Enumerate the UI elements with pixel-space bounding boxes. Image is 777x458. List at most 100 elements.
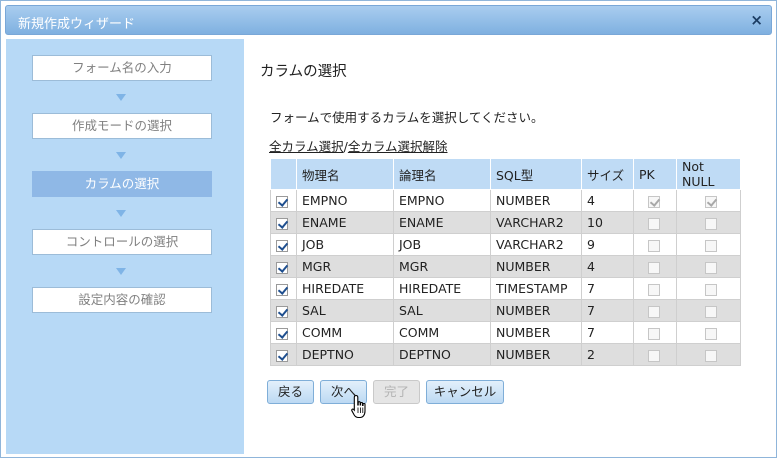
title-bar: 新規作成ウィザード × [5, 5, 772, 35]
sql-type-cell: NUMBER [490, 299, 582, 322]
select-links: 全カラム選択/全カラム選択解除 [269, 136, 448, 155]
logical-name-cell: MGR [393, 255, 491, 278]
not-null-checkbox [705, 283, 717, 296]
not-null-checkbox [705, 239, 717, 252]
not-null-checkbox [705, 261, 717, 274]
size-cell: 4 [581, 255, 634, 278]
row-select-checkbox[interactable] [276, 239, 288, 252]
physical-name-cell: JOB [296, 233, 394, 256]
not-null-cell [676, 321, 741, 344]
physical-name-cell: DEPTNO [296, 343, 394, 366]
select-cell[interactable] [270, 343, 297, 366]
physical-name-cell: MGR [296, 255, 394, 278]
row-select-checkbox[interactable] [276, 283, 288, 296]
pk-cell [633, 255, 677, 278]
row-select-checkbox[interactable] [276, 195, 288, 208]
pk-checkbox [648, 239, 660, 252]
physical-name-cell: EMPNO [296, 189, 394, 212]
size-cell: 7 [581, 321, 634, 344]
header-pk: PK [633, 158, 677, 190]
row-select-checkbox[interactable] [276, 349, 288, 362]
header-size: サイズ [581, 158, 634, 190]
size-cell: 9 [581, 233, 634, 256]
select-cell[interactable] [270, 299, 297, 322]
wizard-dialog: 新規作成ウィザード × フォーム名の入力 作成モードの選択 カラムの選択 コント… [0, 0, 777, 458]
select-all-link[interactable]: 全カラム選択 [269, 139, 344, 154]
table-row: EMPNO EMPNO NUMBER 4 [270, 189, 741, 212]
cancel-button[interactable]: キャンセル [426, 380, 504, 404]
pk-cell [633, 233, 677, 256]
step-arrow-icon [116, 268, 126, 275]
not-null-cell [676, 255, 741, 278]
size-cell: 7 [581, 277, 634, 300]
sql-type-cell: VARCHAR2 [490, 211, 582, 234]
select-cell[interactable] [270, 255, 297, 278]
select-cell[interactable] [270, 277, 297, 300]
table-row: ENAME ENAME VARCHAR2 10 [270, 211, 741, 234]
step-create-mode: 作成モードの選択 [32, 113, 212, 139]
pk-checkbox [648, 283, 660, 296]
pk-cell [633, 211, 677, 234]
physical-name-cell: HIREDATE [296, 277, 394, 300]
not-null-checkbox [705, 349, 717, 362]
wizard-steps-sidebar: フォーム名の入力 作成モードの選択 カラムの選択 コントロールの選択 設定内容の… [6, 39, 244, 454]
select-cell[interactable] [270, 189, 297, 212]
not-null-cell [676, 277, 741, 300]
not-null-cell [676, 211, 741, 234]
select-cell[interactable] [270, 211, 297, 234]
row-select-checkbox[interactable] [276, 217, 288, 230]
back-button[interactable]: 戻る [267, 380, 314, 404]
not-null-checkbox [705, 327, 717, 340]
sql-type-cell: NUMBER [490, 321, 582, 344]
close-icon[interactable]: × [750, 11, 763, 29]
window-title: 新規作成ウィザード [18, 17, 136, 32]
size-cell: 2 [581, 343, 634, 366]
not-null-cell [676, 233, 741, 256]
physical-name-cell: SAL [296, 299, 394, 322]
logical-name-cell: DEPTNO [393, 343, 491, 366]
size-cell: 4 [581, 189, 634, 212]
select-cell[interactable] [270, 321, 297, 344]
pk-checkbox [648, 305, 660, 318]
header-not-null: Not NULL [676, 158, 741, 190]
logical-name-cell: EMPNO [393, 189, 491, 212]
logical-name-cell: HIREDATE [393, 277, 491, 300]
sql-type-cell: NUMBER [490, 343, 582, 366]
hand-cursor-icon [351, 394, 366, 419]
sql-type-cell: NUMBER [490, 189, 582, 212]
finish-button: 完了 [373, 380, 420, 404]
instruction-text: フォームで使用するカラムを選択してください。 [270, 110, 544, 125]
table-header-row: 物理名 論理名 SQL型 サイズ PK Not NULL [270, 158, 741, 190]
sql-type-cell: VARCHAR2 [490, 233, 582, 256]
not-null-cell [676, 343, 741, 366]
sql-type-cell: TIMESTAMP [490, 277, 582, 300]
logical-name-cell: SAL [393, 299, 491, 322]
row-select-checkbox[interactable] [276, 327, 288, 340]
step-confirm: 設定内容の確認 [32, 287, 212, 313]
table-row: SAL SAL NUMBER 7 [270, 299, 741, 322]
pk-checkbox [648, 217, 660, 230]
not-null-checkbox [705, 195, 717, 208]
pk-checkbox [648, 349, 660, 362]
pk-checkbox [648, 195, 660, 208]
header-physical-name: 物理名 [296, 158, 394, 190]
sql-type-cell: NUMBER [490, 255, 582, 278]
deselect-all-link[interactable]: 全カラム選択解除 [348, 139, 448, 154]
pk-cell [633, 321, 677, 344]
step-arrow-icon [116, 94, 126, 101]
not-null-cell [676, 299, 741, 322]
table-row: HIREDATE HIREDATE TIMESTAMP 7 [270, 277, 741, 300]
not-null-cell [676, 189, 741, 212]
row-select-checkbox[interactable] [276, 305, 288, 318]
row-select-checkbox[interactable] [276, 261, 288, 274]
step-form-name: フォーム名の入力 [32, 55, 212, 81]
logical-name-cell: JOB [393, 233, 491, 256]
pk-cell [633, 299, 677, 322]
header-sql-type: SQL型 [490, 158, 582, 190]
step-arrow-icon [116, 152, 126, 159]
pk-cell [633, 277, 677, 300]
step-control-select: コントロールの選択 [32, 229, 212, 255]
table-row: JOB JOB VARCHAR2 9 [270, 233, 741, 256]
select-cell[interactable] [270, 233, 297, 256]
logical-name-cell: COMM [393, 321, 491, 344]
